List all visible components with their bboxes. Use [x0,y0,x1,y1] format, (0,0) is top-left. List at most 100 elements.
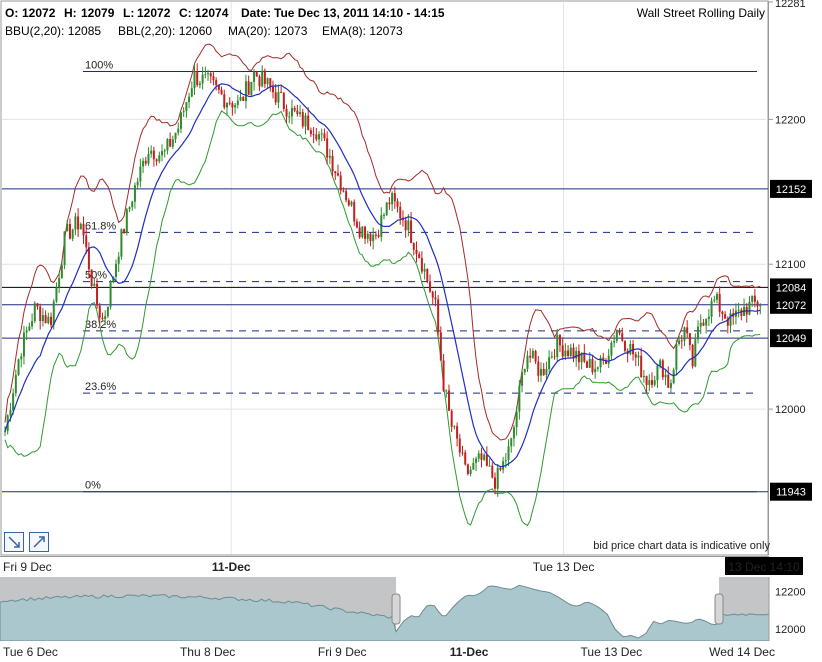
candle-body [383,214,385,216]
candle-body [737,309,740,311]
candle-body [656,365,659,381]
candle-body [753,295,756,302]
open-value: 12072 [22,6,56,20]
candle-body [109,281,112,307]
candle-body [28,326,31,331]
candle-body [290,107,293,117]
candle-body [418,253,421,259]
candle-body [480,453,483,460]
candle-body [396,201,399,207]
navigator-left-handle[interactable] [391,593,401,625]
fib-label: 61.8% [85,220,116,232]
candle-body [228,102,231,104]
candle-body [510,438,513,447]
candle-body [104,316,107,320]
candle-body [307,115,310,131]
candle-body [491,465,494,478]
candle-body [645,376,648,385]
candle-body [423,269,426,272]
candle-body [258,76,261,87]
candle-body [114,263,117,277]
candle-body [39,306,42,322]
candle-body [694,339,697,367]
high-label: H: [64,6,77,20]
candle-body [669,383,672,388]
close-label: C: [179,6,192,20]
indicator-legend: BBU(2,20): 12085 BBL(2,20): 12060 MA(20)… [5,24,403,38]
candle-body [391,193,394,205]
candle-body [353,201,356,222]
candle-body [204,74,207,76]
candle-body [220,89,223,95]
candle-body [320,133,323,135]
navigator-x-tick-label: Fri 9 Dec [318,645,367,659]
candle-body [301,112,304,127]
candle-body [388,202,391,205]
candle-body [512,427,515,439]
candle-body [545,369,548,375]
candle-body [456,426,459,439]
candle-body [106,306,109,317]
candle-body [288,116,291,118]
candle-body [261,70,264,87]
fib-label: 0% [85,480,101,492]
candle-body [272,86,275,93]
navigator-right-handle[interactable] [714,593,724,625]
candle-body [412,243,415,250]
candle-body [577,350,580,363]
candle-body [44,315,47,324]
candle-body [339,175,342,191]
trend-up-tool-button[interactable] [29,532,49,552]
candle-body [323,133,326,139]
candle-body [120,229,123,257]
candle-body [596,367,599,369]
candle-body [350,201,353,206]
candle-body [567,350,570,356]
candle-body [177,128,180,133]
indicator-bbu: BBU(2,20): 12085 [5,24,101,38]
x-tick-label: 11-Dec [212,560,251,574]
price-tag-label: 12072 [776,300,807,312]
candle-body [623,340,626,351]
high-value: 12079 [81,6,115,20]
candle-body [331,155,334,172]
candle-body [542,368,545,375]
candle-body [558,335,561,346]
candle-body [269,78,272,87]
candle-body [364,226,367,239]
candle-body [715,293,718,300]
candle-body [242,97,245,101]
candle-body [98,305,101,318]
trend-down-tool-button[interactable] [4,532,24,552]
candle-body [163,150,166,152]
candle-body [439,332,442,361]
candle-body [234,105,237,108]
candle-body [718,293,721,312]
candle-body [41,315,44,322]
candle-body [50,316,53,326]
candle-body [642,376,645,378]
candle-body [58,277,61,288]
candle-body [345,191,348,201]
candle-body [526,355,529,369]
candle-body [407,220,410,231]
candle-body [179,112,182,129]
candle-body [575,350,578,359]
y-tick-label: 12281 [775,0,806,10]
candle-body [523,368,526,373]
candle-body [150,150,153,155]
open-label: O: [5,6,18,20]
candle-body [296,110,299,114]
candle-body [55,287,58,302]
candle-body [355,221,358,228]
candle-body [553,356,556,358]
candle-body [496,467,499,489]
navigator[interactable]: 12200 12000 Tue 6 Dec Thu 8 Dec Fri 9 Dec 11… [0,577,822,662]
candle-body [68,223,71,239]
candle-body [142,160,145,167]
navigator-x-tick-label: Tue 13 Dec [581,645,643,659]
candle-body [404,220,407,231]
candle-body [483,454,486,460]
candle-body [342,190,345,192]
candle-body [139,166,142,182]
